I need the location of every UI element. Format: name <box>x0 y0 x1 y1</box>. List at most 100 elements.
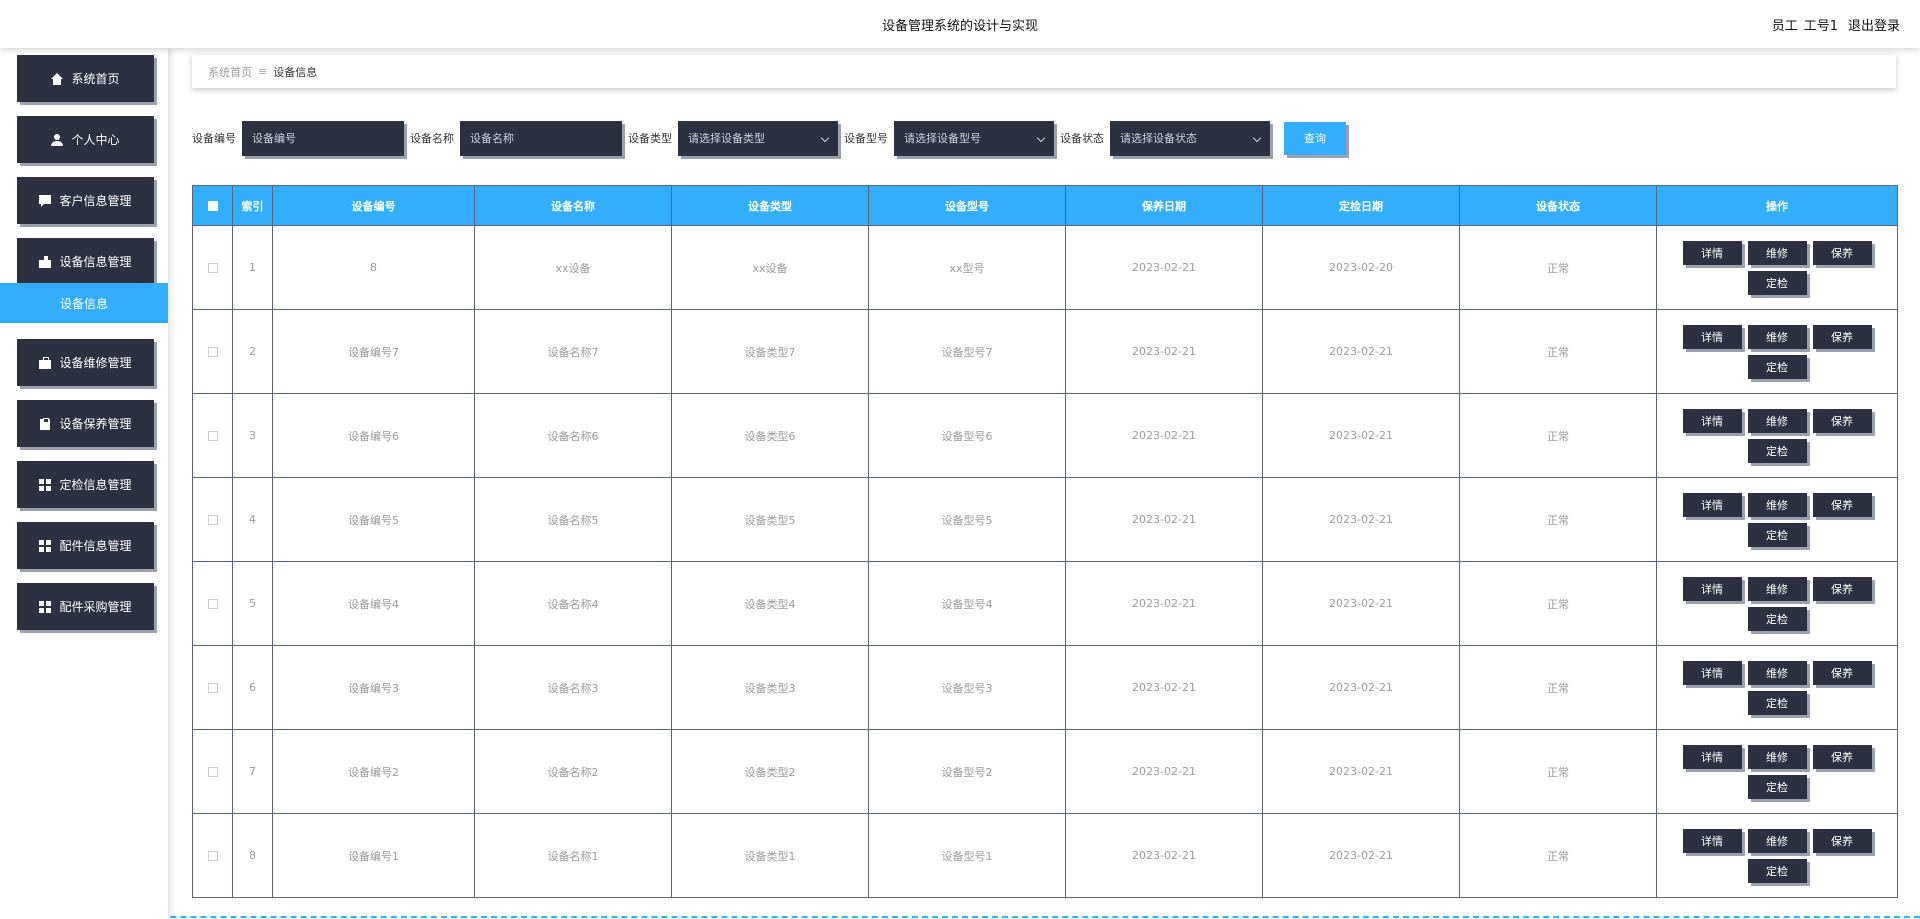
inspect-button[interactable]: 定检 <box>1747 522 1807 547</box>
inspect-button[interactable]: 定检 <box>1747 690 1807 715</box>
ops-cell: 详情 维修 保养 定检 <box>1656 813 1898 898</box>
row-checkbox[interactable] <box>207 767 218 777</box>
row-checkbox[interactable] <box>207 431 218 441</box>
thumb-icon <box>39 255 52 268</box>
repair-button[interactable]: 维修 <box>1747 240 1807 265</box>
detail-button[interactable]: 详情 <box>1682 408 1742 433</box>
inspect-button[interactable]: 定检 <box>1747 354 1807 379</box>
detail-button[interactable]: 详情 <box>1682 576 1742 601</box>
inspect-button[interactable]: 定检 <box>1747 774 1807 799</box>
detail-button[interactable]: 详情 <box>1682 744 1742 769</box>
repair-button[interactable]: 维修 <box>1747 324 1807 349</box>
maintain-button[interactable]: 保养 <box>1812 828 1872 853</box>
table-cell: 设备类型2 <box>671 729 869 814</box>
user-role: 员工 <box>1771 19 1798 34</box>
table-cell: 2023-02-21 <box>1262 561 1460 646</box>
logout-link[interactable]: 退出登录 <box>1848 15 1900 34</box>
inspect-button[interactable]: 定检 <box>1747 438 1807 463</box>
model-select[interactable]: 请选择设备型号 <box>894 120 1054 156</box>
name-label: 设备名称 <box>410 132 454 145</box>
ops-cell: 详情 维修 保养 定检 <box>1656 477 1898 562</box>
table-cell: 2023-02-21 <box>1262 309 1460 394</box>
table-cell: 2023-02-21 <box>1065 309 1263 394</box>
sidebar-item-repair[interactable]: 设备维修管理 <box>17 339 154 386</box>
sidebar-item-customers[interactable]: 客户信息管理 <box>17 177 154 224</box>
type-select[interactable]: 请选择设备类型 <box>678 120 838 156</box>
code-input[interactable]: 设备编号 <box>242 120 404 156</box>
row-actions: 详情 维修 保养 定检 <box>1675 408 1879 463</box>
maintain-button[interactable]: 保养 <box>1812 492 1872 517</box>
table-cell: 2023-02-21 <box>1262 813 1460 898</box>
sidebar-item-devices[interactable]: 设备信息管理 <box>17 238 154 285</box>
repair-button[interactable]: 维修 <box>1747 744 1807 769</box>
sidebar-item-purchase[interactable]: 配件采购管理 <box>17 583 154 630</box>
table-cell: 正常 <box>1459 813 1657 898</box>
sidebar-item-maintenance[interactable]: 设备保养管理 <box>17 400 154 447</box>
status-label: 设备状态 <box>1060 132 1104 145</box>
sidebar-item-label: 设备维修管理 <box>59 356 132 370</box>
select-all-checkbox[interactable] <box>207 201 218 211</box>
briefcase-icon <box>39 356 52 369</box>
row-checkbox[interactable] <box>207 851 218 861</box>
maintain-button[interactable]: 保养 <box>1812 324 1872 349</box>
repair-button[interactable]: 维修 <box>1747 828 1807 853</box>
detail-button[interactable]: 详情 <box>1682 492 1742 517</box>
row-actions: 详情 维修 保养 定检 <box>1675 744 1879 799</box>
table-cell: 2023-02-21 <box>1065 645 1263 730</box>
device-table: 索引 设备编号 设备名称 设备类型 设备型号 保养日期 定检日期 设备状态 操作… <box>192 185 1898 898</box>
inspect-button[interactable]: 定检 <box>1747 858 1807 883</box>
table-row: 2 设备编号7 设备名称7 设备类型7 设备型号7 2023-02-21 2023-02-2… <box>192 309 1898 394</box>
row-checkbox[interactable] <box>207 683 218 693</box>
maintain-button[interactable]: 保养 <box>1812 240 1872 265</box>
name-input[interactable]: 设备名称 <box>460 120 622 156</box>
sidebar-item-profile[interactable]: 个人中心 <box>17 116 154 163</box>
table-cell: 设备型号5 <box>868 477 1066 562</box>
table-row: 7 设备编号2 设备名称2 设备类型2 设备型号2 2023-02-21 2023-02-2… <box>192 729 1898 814</box>
repair-button[interactable]: 维修 <box>1747 408 1807 433</box>
sidebar-item-home[interactable]: 系统首页 <box>17 55 154 102</box>
sidebar-item-inspection[interactable]: 定检信息管理 <box>17 461 154 508</box>
breadcrumb-home[interactable]: 系统首页 <box>208 64 252 80</box>
sidebar-subitem-device-info[interactable]: 设备信息 <box>0 283 168 323</box>
detail-button[interactable]: 详情 <box>1682 324 1742 349</box>
sidebar-item-label: 设备信息管理 <box>59 255 132 269</box>
table-cell: 7 <box>232 729 273 814</box>
row-checkbox[interactable] <box>207 515 218 525</box>
query-button[interactable]: 查询 <box>1284 121 1346 155</box>
detail-button[interactable]: 详情 <box>1682 240 1742 265</box>
app-title: 设备管理系统的设计与实现 <box>881 19 1038 34</box>
table-cell: 2023-02-21 <box>1262 477 1460 562</box>
table-cell: 正常 <box>1459 729 1657 814</box>
inspect-button[interactable]: 定检 <box>1747 606 1807 631</box>
table-cell: 设备型号7 <box>868 309 1066 394</box>
repair-button[interactable]: 维修 <box>1747 492 1807 517</box>
table-cell: 正常 <box>1459 225 1657 310</box>
inspect-button[interactable]: 定检 <box>1747 270 1807 295</box>
repair-button[interactable]: 维修 <box>1747 576 1807 601</box>
row-checkbox[interactable] <box>207 347 218 357</box>
sidebar-item-parts[interactable]: 配件信息管理 <box>17 522 154 569</box>
maintain-button[interactable]: 保养 <box>1812 744 1872 769</box>
table-cell: 设备类型3 <box>671 645 869 730</box>
row-actions: 详情 维修 保养 定检 <box>1675 492 1879 547</box>
sidebar: 系统首页 个人中心 客户信息管理 设备信息管理 设备信息 设备维修管理 设备保养… <box>0 48 168 919</box>
sidebar-item-label: 客户信息管理 <box>59 194 132 208</box>
maintain-button[interactable]: 保养 <box>1812 660 1872 685</box>
maintain-button[interactable]: 保养 <box>1812 408 1872 433</box>
row-select-cell <box>192 477 233 562</box>
col-header: 索引 <box>232 185 273 226</box>
chat-icon <box>39 194 52 207</box>
table-cell: 设备名称3 <box>474 645 672 730</box>
detail-button[interactable]: 详情 <box>1682 660 1742 685</box>
table-header-row: 索引 设备编号 设备名称 设备类型 设备型号 保养日期 定检日期 设备状态 操作 <box>192 185 1898 226</box>
status-select[interactable]: 请选择设备状态 <box>1110 120 1270 156</box>
status-placeholder: 请选择设备状态 <box>1120 132 1197 145</box>
repair-button[interactable]: 维修 <box>1747 660 1807 685</box>
row-actions: 详情 维修 保养 定检 <box>1675 324 1879 379</box>
row-checkbox[interactable] <box>207 263 218 273</box>
user-name: 工号1 <box>1803 19 1838 34</box>
row-checkbox[interactable] <box>207 599 218 609</box>
detail-button[interactable]: 详情 <box>1682 828 1742 853</box>
maintain-button[interactable]: 保养 <box>1812 576 1872 601</box>
table-cell: 2023-02-20 <box>1262 225 1460 310</box>
